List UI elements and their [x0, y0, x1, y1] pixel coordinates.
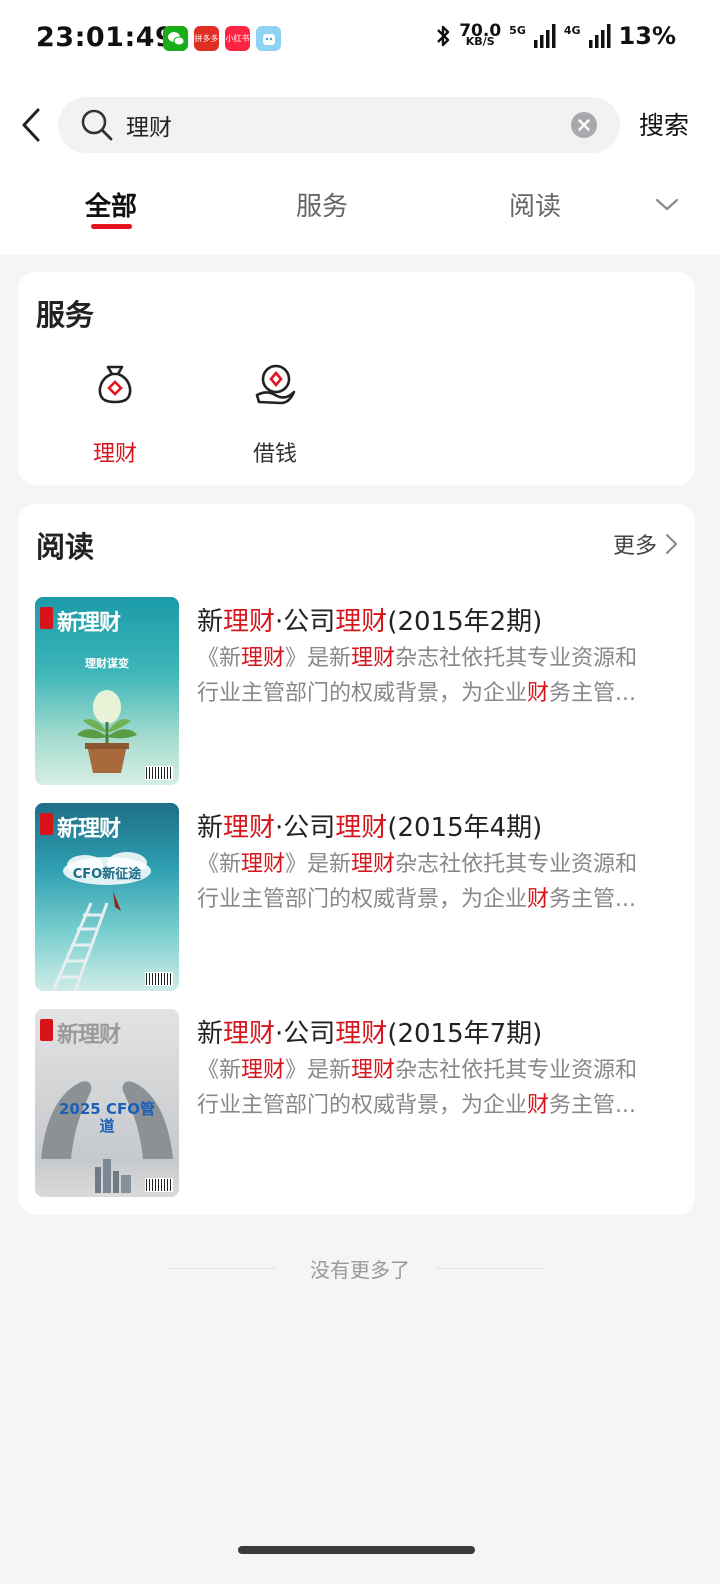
- notification-icons: 拼多多 小红书: [163, 26, 281, 51]
- status-indicators: 70.0 KB/S 5G 4G 13%: [435, 22, 676, 50]
- pinduoduo-icon: 拼多多: [194, 26, 219, 51]
- net-5g-label: 5G: [509, 24, 526, 37]
- search-box[interactable]: [58, 97, 620, 153]
- signal-5g-icon: [533, 24, 556, 48]
- service-label-jieqian: 借钱: [252, 442, 297, 467]
- xiaohongshu-icon: 小红书: [225, 26, 250, 51]
- reading-title: 阅读: [36, 530, 95, 564]
- battery-level: 13%: [618, 22, 676, 50]
- service-item-licai[interactable]: 理财: [70, 362, 160, 468]
- search-button[interactable]: 搜索: [639, 106, 689, 142]
- cover-barcode: [145, 972, 173, 986]
- article-item[interactable]: 新理财 理财谋变 新理财·公司理财(2015年2期) 《新理财》是新理财杂志社依…: [35, 597, 685, 787]
- tab-reading[interactable]: 阅读: [509, 186, 561, 223]
- net-speed: 70.0 KB/S: [459, 20, 502, 49]
- hand-coin-icon: [255, 364, 296, 405]
- service-item-jieqian[interactable]: 借钱: [230, 362, 320, 468]
- article-title: 新理财·公司理财(2015年4期): [197, 813, 543, 843]
- cover-headline: CFO新征途: [72, 867, 142, 882]
- search-input[interactable]: [126, 109, 546, 141]
- article-item[interactable]: 新理财 2025 CFO管道 新理财·公司理财(2015年7期) 《新理财》是新…: [35, 1009, 685, 1199]
- money-bag-icon: [98, 365, 132, 404]
- article-description: 《新理财》是新理财杂志社依托其专业资源和 行业主管部门的权威背景，为企业财务主管…: [197, 852, 638, 912]
- clear-search-button[interactable]: [571, 112, 597, 138]
- cover-headline: 2025 CFO管道: [59, 1100, 155, 1135]
- reading-more-link[interactable]: 更多: [613, 528, 679, 560]
- tab-expand-button[interactable]: [654, 194, 680, 214]
- active-tab-indicator: [91, 224, 132, 229]
- chevron-left-icon: [22, 108, 40, 142]
- tab-services[interactable]: 服务: [296, 186, 348, 223]
- bluetooth-icon: [437, 25, 450, 47]
- article-cover: 新理财 2025 CFO管道: [35, 1009, 179, 1197]
- signal-4g-icon: [588, 24, 611, 48]
- cover-bulb-plant-image: [77, 690, 137, 773]
- app-icon-blue: [256, 26, 281, 51]
- divider-right: [436, 1268, 542, 1269]
- service-label-licai: 理财: [92, 442, 137, 467]
- chevron-down-icon: [655, 198, 679, 211]
- close-icon: [578, 119, 590, 131]
- no-more-text: 没有更多了: [310, 1258, 410, 1282]
- home-indicator[interactable]: [238, 1546, 475, 1554]
- cover-cloud-ladder-image: [51, 852, 151, 991]
- article-item[interactable]: 新理财 CFO新征途 新理财·公司理财(2015年4期) 《新理财》是新理财杂志…: [35, 803, 685, 993]
- article-cover: 新理财 理财谋变: [35, 597, 179, 785]
- cover-barcode: [145, 1178, 173, 1192]
- search-icon: [81, 109, 113, 141]
- cover-barcode: [145, 766, 173, 780]
- article-title: 新理财·公司理财(2015年7期): [197, 1019, 543, 1049]
- tab-all[interactable]: 全部: [85, 186, 137, 223]
- net-4g-label: 4G: [563, 24, 581, 37]
- article-description: 《新理财》是新理财杂志社依托其专业资源和 行业主管部门的权威背景，为企业财务主管…: [197, 1058, 638, 1118]
- article-cover: 新理财 CFO新征途: [35, 803, 179, 991]
- services-title: 服务: [36, 298, 95, 332]
- status-bar: 23:01:49 拼多多 小红书 70.0 KB/S 5G 4G 13%: [0, 0, 720, 80]
- more-label: 更多: [612, 534, 657, 559]
- back-button[interactable]: [18, 106, 48, 146]
- chevron-right-icon: [666, 534, 677, 554]
- article-title: 新理财·公司理财(2015年2期): [197, 607, 543, 637]
- wechat-icon: [163, 26, 188, 51]
- status-time: 23:01:49: [36, 22, 175, 53]
- article-description: 《新理财》是新理财杂志社依托其专业资源和 行业主管部门的权威背景，为企业财务主管…: [197, 646, 638, 706]
